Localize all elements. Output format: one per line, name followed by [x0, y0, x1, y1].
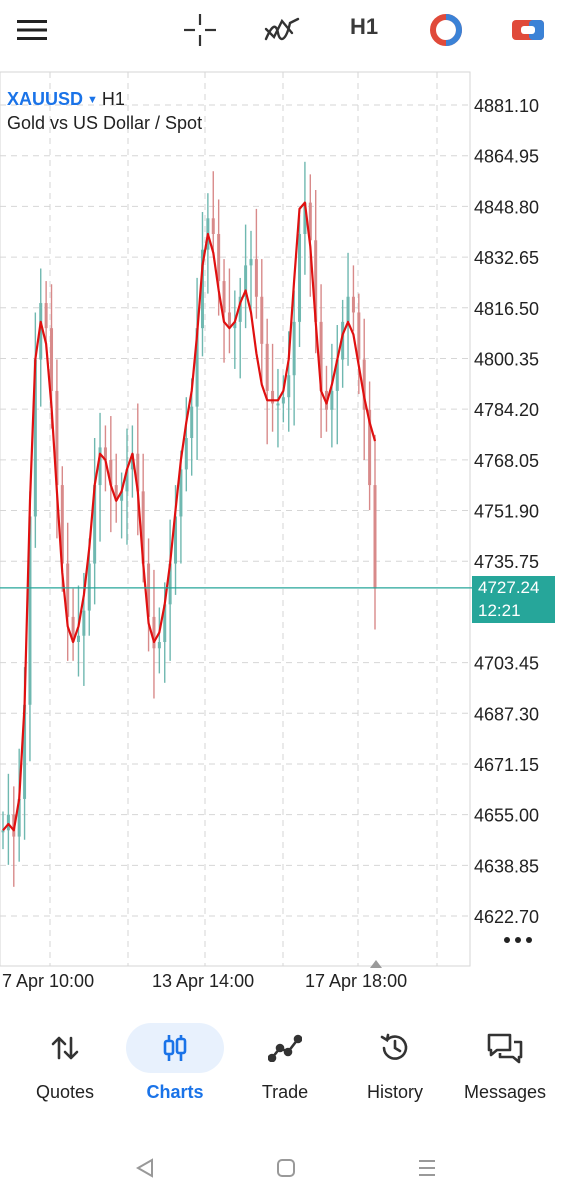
time-axis-label: 7 Apr 10:00	[2, 971, 94, 991]
nav-quotes[interactable]: Quotes	[10, 1020, 120, 1120]
current-price-value: 4727.24	[478, 578, 540, 597]
time-axis-label: 17 Apr 18:00	[305, 971, 407, 991]
candle-body	[330, 390, 334, 410]
price-axis-label: 4622.70	[474, 907, 539, 927]
price-axis-label: 4864.95	[474, 147, 539, 167]
charts-candles-icon	[120, 1028, 230, 1068]
messages-chat-icon	[450, 1028, 560, 1068]
system-navigation-bar	[0, 1135, 570, 1200]
nav-quotes-label: Quotes	[35, 1082, 95, 1102]
candle-body	[292, 321, 296, 376]
symbol-description: Gold vs US Dollar / Spot	[7, 113, 203, 133]
price-axis-label: 4768.05	[474, 451, 539, 471]
price-axis-label: 4848.80	[474, 197, 539, 217]
candle-body	[184, 437, 188, 470]
price-chart[interactable]: 4881.10 4864.95 4848.80 4832.65 4816.50 4800.…	[0, 0, 570, 1000]
chart-symbol-header[interactable]: XAUUSD ▼ H1	[7, 89, 125, 110]
candle-body	[76, 635, 80, 643]
candle-body	[6, 814, 10, 831]
quotes-arrows-icon	[10, 1028, 120, 1068]
candle-body	[217, 233, 221, 282]
candle-body	[373, 485, 377, 589]
nav-charts-label: Charts	[146, 1082, 204, 1102]
candle-body	[260, 296, 264, 344]
recents-lines-icon[interactable]	[412, 1153, 442, 1183]
price-axis-label: 4816.50	[474, 299, 539, 319]
price-axis-label: 4687.30	[474, 704, 539, 724]
history-clock-icon	[340, 1028, 450, 1068]
price-axis-label: 4800.35	[474, 349, 539, 369]
candle-body	[271, 390, 275, 404]
back-triangle-icon[interactable]	[130, 1153, 160, 1183]
nav-history-label: History	[366, 1082, 423, 1102]
nav-messages[interactable]: Messages	[450, 1020, 560, 1120]
candle-body	[254, 259, 258, 297]
price-axis-label: 4638.85	[474, 856, 539, 876]
candle-body	[281, 397, 285, 404]
time-axis-label: 13 Apr 14:00	[152, 971, 254, 991]
price-axis-label: 4881.10	[474, 96, 539, 116]
candle-body	[357, 312, 361, 360]
more-options-icon[interactable]	[504, 930, 544, 950]
candle-body	[44, 303, 48, 329]
scroll-end-marker	[370, 960, 382, 968]
price-axis-label: 4832.65	[474, 248, 539, 268]
candle-body	[265, 343, 269, 391]
price-axis-label: 4703.45	[474, 654, 539, 674]
candle-body	[190, 406, 194, 438]
candle-body	[157, 642, 161, 649]
symbol-dropdown-icon: ▼	[87, 94, 98, 106]
candle-body	[87, 563, 91, 611]
symbol-name: XAUUSD	[7, 89, 84, 109]
bottom-navigation: Quotes Charts Trade History Messages	[0, 1020, 570, 1120]
candle-body	[152, 616, 156, 649]
home-square-icon[interactable]	[271, 1153, 301, 1183]
trade-line-icon	[230, 1028, 340, 1068]
candle-body	[211, 218, 215, 234]
current-price-tag: 4727.24 12:21	[472, 576, 555, 623]
candle-body	[222, 281, 226, 313]
symbol-timeframe: H1	[101, 89, 125, 109]
nav-charts[interactable]: Charts	[120, 1020, 230, 1120]
candle-body	[346, 296, 350, 322]
nav-trade[interactable]: Trade	[230, 1020, 340, 1120]
candle-body	[82, 610, 86, 636]
price-axis-label: 4671.15	[474, 755, 539, 775]
nav-history[interactable]: History	[340, 1020, 450, 1120]
candle-body	[50, 328, 54, 391]
price-axis-label: 4784.20	[474, 400, 539, 420]
candle-body	[287, 375, 291, 398]
candle-body	[276, 403, 280, 406]
nav-trade-label: Trade	[261, 1082, 309, 1102]
bar-countdown: 12:21	[478, 601, 521, 620]
price-axis-label: 4655.00	[474, 806, 539, 826]
price-axis-label: 4735.75	[474, 552, 539, 572]
price-axis-label: 4751.90	[474, 502, 539, 522]
candle-body	[351, 296, 355, 313]
candle-body	[249, 259, 253, 266]
moving-average-line	[2, 201, 377, 832]
nav-messages-label: Messages	[463, 1082, 547, 1102]
candle-body	[298, 233, 302, 322]
